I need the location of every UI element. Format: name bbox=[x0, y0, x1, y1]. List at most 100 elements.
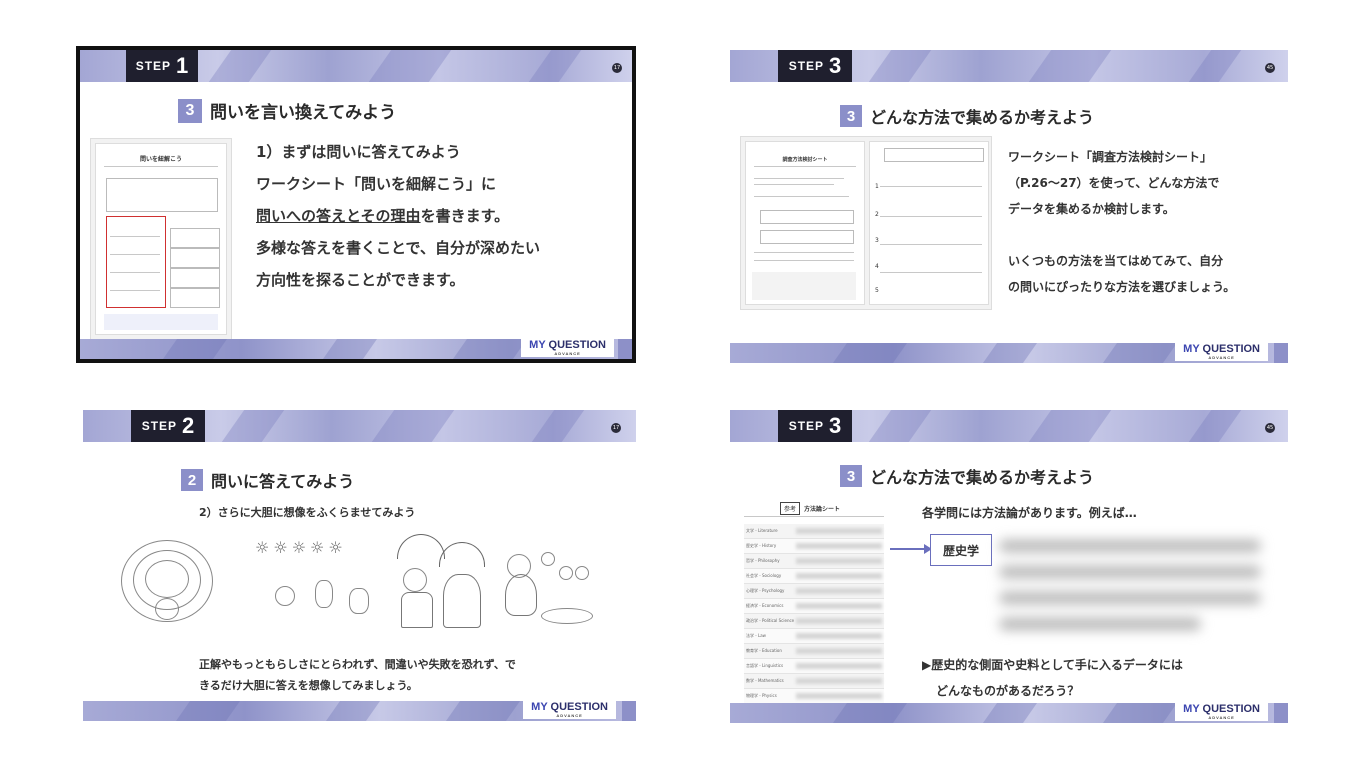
step-tag: STEP 3 bbox=[778, 50, 852, 82]
section-number: 3 bbox=[178, 98, 202, 123]
step-tag: STEP 3 bbox=[778, 410, 852, 442]
table-row: 哲学 - Philosophy bbox=[744, 554, 884, 569]
body-line: ワークシート「問いを細解こう」に bbox=[256, 175, 497, 193]
slide-thumbnail-2[interactable]: STEP3 45 3 どんな方法で集めるか考えよう 調査方法検討シート 1 2 bbox=[730, 50, 1288, 363]
sheet-badge: 参考 bbox=[780, 502, 801, 515]
brand-logo: MY QUESTION ADVANCE bbox=[1175, 701, 1268, 721]
table-row-label: 法学 - Law bbox=[746, 633, 766, 638]
table-row: 数学 - Mathematics bbox=[744, 674, 884, 689]
row-number: 2 bbox=[875, 211, 879, 218]
blurred-description bbox=[1000, 540, 1270, 644]
heading-text: 問いに答えてみよう bbox=[211, 472, 355, 491]
table-row-content bbox=[796, 588, 882, 594]
body-line: 多様な答えを書くことで、自分が深めたい bbox=[256, 239, 540, 257]
slide-heading: 2 問いに答えてみよう bbox=[181, 468, 354, 492]
table-row-content bbox=[796, 573, 882, 579]
illustration-suns: ☼☼☼☼☼ bbox=[255, 538, 383, 634]
table-row: 心理学 - Psychology bbox=[744, 584, 884, 599]
table-row-label: 政治学 - Political Science bbox=[746, 618, 794, 623]
slide-heading: 3 どんな方法で集めるか考えよう bbox=[840, 104, 1094, 128]
page-number: 45 bbox=[1265, 63, 1275, 73]
worksheet-title: 調査方法検討シート bbox=[782, 157, 828, 163]
section-number: 3 bbox=[840, 105, 862, 127]
heading-text: 問いを言い換えてみよう bbox=[210, 103, 397, 123]
table-row-content bbox=[796, 543, 882, 549]
table-row-label: 経済学 - Economics bbox=[746, 603, 784, 608]
section-number: 3 bbox=[840, 465, 862, 487]
table-row-content bbox=[796, 603, 882, 609]
table-row-label: 文学 - Literature bbox=[746, 528, 778, 533]
section-number: 2 bbox=[181, 469, 203, 491]
body-line: ワークシート「調査方法検討シート」 bbox=[1008, 150, 1213, 164]
intro-text: 各学問には方法論があります。例えば… bbox=[922, 506, 1137, 520]
body-line: データを集めるか検討します。 bbox=[1008, 202, 1175, 216]
row-number: 4 bbox=[875, 263, 879, 270]
illustration-umbrella bbox=[389, 534, 489, 630]
slide-thumbnail-3[interactable]: STEP 2 17 2 問いに答えてみよう 2）さらに大胆に想像をふくらませてみよ… bbox=[83, 410, 636, 721]
table-row-content bbox=[796, 528, 882, 534]
table-row-content bbox=[796, 678, 882, 684]
slide-subheading: 2）さらに大胆に想像をふくらませてみよう bbox=[199, 506, 416, 519]
brand-logo: MY QUESTION ADVANCE bbox=[1175, 341, 1268, 361]
table-row: 歴史学 - History bbox=[744, 539, 884, 554]
page-number: 45 bbox=[1265, 423, 1275, 433]
table-row: 物理学 - Physics bbox=[744, 689, 884, 704]
methodology-sheet-thumbnail: 参考 方法論シート 文学 - Literature 歴史学 - History 哲学… bbox=[740, 490, 888, 704]
worksheet-title: 問いを紐解こう bbox=[139, 156, 182, 163]
worksheet-thumbnail: 問いを紐解こう bbox=[90, 138, 232, 340]
underlined-phrase: 問いへの答えとその理由 bbox=[256, 207, 421, 225]
step-tag: STEP 1 bbox=[126, 50, 198, 82]
body-line: の問いにぴったりな方法を選びましょう。 bbox=[1008, 280, 1236, 294]
body-line: を書きます。 bbox=[420, 207, 510, 225]
body-line: どんなものがあるだろう？ bbox=[936, 684, 1080, 698]
table-row-label: 哲学 - Philosophy bbox=[746, 558, 780, 563]
slide-thumbnail-1[interactable]: STEP 1 17 3 問いを言い換えてみよう 問いを紐解こう 1）まずは問いに答… bbox=[76, 46, 636, 363]
table-row-content bbox=[796, 693, 882, 699]
page-number: 17 bbox=[612, 63, 622, 73]
table-row: 法学 - Law bbox=[744, 629, 884, 644]
illustration-ghost bbox=[501, 544, 601, 634]
body-line: いくつもの方法を当てはめてみて、自分 bbox=[1008, 254, 1224, 268]
table-row-content bbox=[796, 558, 882, 564]
table-row: 社会学 - Sociology bbox=[744, 569, 884, 584]
table-row-label: 社会学 - Sociology bbox=[746, 573, 782, 578]
callout-box: 歴史学 bbox=[930, 534, 992, 566]
row-number: 5 bbox=[875, 287, 879, 294]
slide-body: ワークシート「調査方法検討シート」 （P.26〜27）を使って、どんな方法で デ… bbox=[1008, 144, 1286, 300]
table-row-content bbox=[796, 618, 882, 624]
table-row-content bbox=[796, 633, 882, 639]
slide-thumbnail-4[interactable]: STEP 3 45 3 どんな方法で集めるか考えよう 参考 方法論シート 文学 -… bbox=[730, 410, 1288, 723]
brand-logo: MY QUESTION ADVANCE bbox=[521, 337, 614, 357]
step-tag: STEP 2 bbox=[131, 410, 205, 442]
table-row-label: 物理学 - Physics bbox=[746, 693, 777, 698]
body-line: きるだけ大胆に答えを想像してみましょう。 bbox=[199, 679, 418, 692]
table-row-label: 教育学 - Education bbox=[746, 648, 782, 653]
answer-highlight-box bbox=[106, 216, 166, 308]
table-row-content bbox=[796, 648, 882, 654]
page-number: 17 bbox=[611, 423, 621, 433]
table-row: 言語学 - Linguistics bbox=[744, 659, 884, 674]
illustration-spiral bbox=[111, 530, 221, 630]
table-row: 文学 - Literature bbox=[744, 524, 884, 539]
slide-body: 1）まずは問いに答えてみよう ワークシート「問いを細解こう」に 問いへの答えとそ… bbox=[256, 136, 626, 296]
body-line: 方向性を探ることができます。 bbox=[256, 271, 465, 289]
table-row: 教育学 - Education bbox=[744, 644, 884, 659]
worksheet-title: 方法論シート bbox=[804, 506, 841, 513]
worksheet-thumbnail: 調査方法検討シート 1 2 3 4 5 bbox=[740, 136, 992, 310]
row-number: 1 bbox=[875, 183, 879, 190]
heading-text: どんな方法で集めるか考えよう bbox=[870, 108, 1095, 127]
sheet-table: 文学 - Literature 歴史学 - History 哲学 - Philoso… bbox=[744, 524, 884, 704]
table-row-label: 言語学 - Linguistics bbox=[746, 663, 784, 668]
slide-heading: 3 どんな方法で集めるか考えよう bbox=[840, 464, 1094, 488]
table-row-label: 歴史学 - History bbox=[746, 543, 777, 548]
row-number: 3 bbox=[875, 237, 879, 244]
heading-text: どんな方法で集めるか考えよう bbox=[870, 468, 1095, 487]
slide-heading: 3 問いを言い換えてみよう bbox=[178, 98, 396, 123]
body-line: ▶歴史的な側面や史料として手に入るデータには bbox=[922, 658, 1183, 672]
table-row-label: 心理学 - Psychology bbox=[746, 588, 785, 593]
table-row-content bbox=[796, 663, 882, 669]
table-row: 経済学 - Economics bbox=[744, 599, 884, 614]
table-row: 政治学 - Political Science bbox=[744, 614, 884, 629]
table-row-label: 数学 - Mathematics bbox=[746, 678, 784, 683]
body-line: （P.26〜27）を使って、どんな方法で bbox=[1008, 176, 1220, 190]
